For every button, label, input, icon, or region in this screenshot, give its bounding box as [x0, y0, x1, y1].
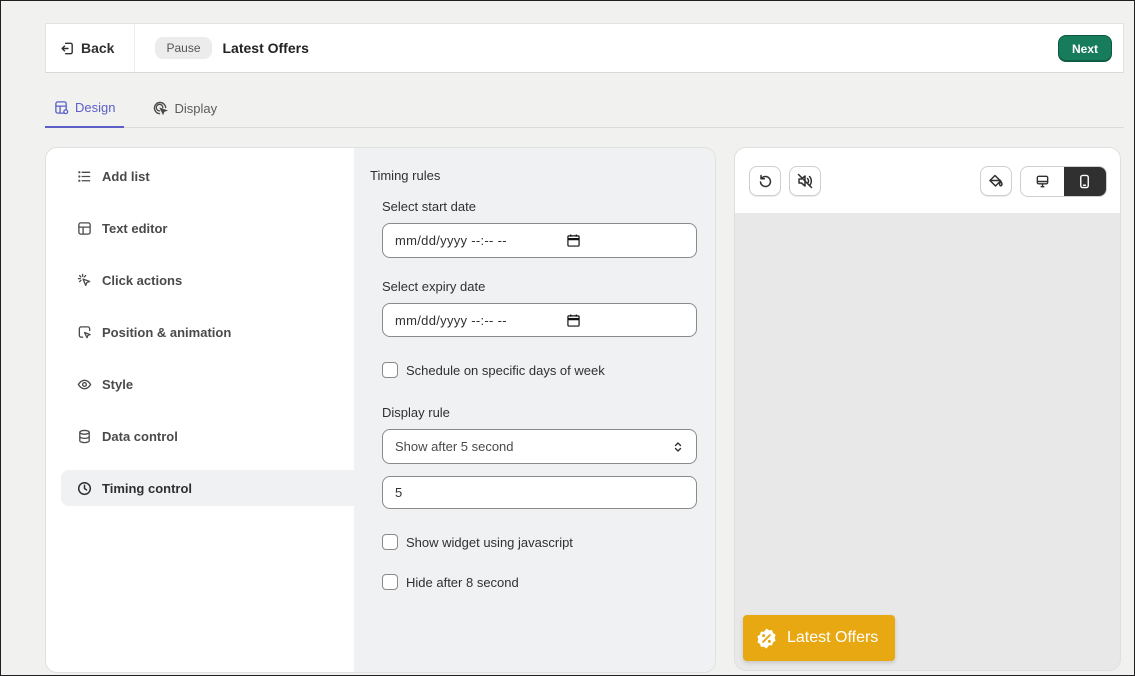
calendar-icon[interactable]	[567, 313, 580, 327]
menu-item-click-actions[interactable]: Click actions	[61, 262, 354, 298]
mobile-icon	[1080, 174, 1090, 189]
schedule-days-label: Schedule on specific days of week	[406, 362, 605, 378]
seconds-value: 5	[395, 485, 403, 500]
hide-after-checkbox[interactable]: Hide after 8 second	[382, 574, 701, 590]
start-date-placeholder: mm/dd/yyyy --:-- --	[395, 233, 507, 248]
start-date-label: Select start date	[382, 199, 476, 214]
timing-panel: Timing rules Select start date mm/dd/yyy…	[354, 148, 715, 672]
tab-bar: Design Display	[45, 89, 1124, 128]
tab-display[interactable]: Display	[144, 89, 226, 127]
target-pointer-icon	[154, 101, 169, 115]
mute-button[interactable]	[789, 166, 821, 196]
menu-item-label: Position & animation	[102, 324, 232, 340]
latest-offers-widget[interactable]: Latest Offers	[743, 615, 895, 661]
display-rule-label: Display rule	[382, 405, 450, 420]
javascript-label: Show widget using javascript	[406, 534, 573, 550]
status-badge[interactable]: Pause	[155, 37, 212, 59]
preview-panel: Latest Offers	[734, 147, 1121, 671]
undo-icon	[759, 174, 772, 188]
next-button[interactable]: Next	[1057, 35, 1112, 62]
menu-item-timing-control[interactable]: Timing control	[61, 470, 354, 506]
device-toggle	[1020, 166, 1107, 197]
exit-arrow-icon	[61, 42, 73, 54]
layout-icon	[55, 101, 69, 115]
desktop-view-button[interactable]	[1021, 167, 1064, 196]
menu-item-add-list[interactable]: Add list	[61, 158, 354, 194]
schedule-days-checkbox[interactable]: Schedule on specific days of week	[382, 362, 701, 378]
tab-display-label: Display	[174, 100, 218, 116]
clock-icon	[77, 481, 92, 495]
menu-item-position-animation[interactable]: Position & animation	[61, 314, 354, 350]
back-button[interactable]: Back	[46, 24, 136, 72]
sound-off-icon	[797, 173, 813, 189]
expiry-date-placeholder: mm/dd/yyyy --:-- --	[395, 312, 507, 328]
menu-item-label: Click actions	[102, 272, 183, 288]
menu-item-label: Timing control	[102, 480, 193, 496]
widget-label: Latest Offers	[787, 629, 879, 646]
menu-item-label: Data control	[102, 428, 178, 444]
page-title: Latest Offers	[222, 40, 309, 56]
hide-after-label: Hide after 8 second	[406, 574, 519, 590]
eye-icon	[77, 379, 92, 389]
database-icon	[79, 429, 90, 443]
paint-button[interactable]	[980, 166, 1012, 196]
list-icon	[78, 170, 91, 182]
back-label: Back	[81, 40, 115, 56]
undo-button[interactable]	[749, 166, 781, 196]
preview-toolbar	[735, 148, 1120, 213]
javascript-checkbox[interactable]: Show widget using javascript	[382, 534, 701, 550]
settings-card: Add list Text editor Click actions Posit…	[45, 147, 716, 673]
cursor-frame-icon	[78, 325, 91, 338]
menu-item-label: Text editor	[102, 220, 168, 236]
menu-item-data-control[interactable]: Data control	[61, 418, 354, 454]
expiry-date-input[interactable]: mm/dd/yyyy --:-- --	[382, 303, 697, 337]
tab-design-label: Design	[75, 100, 116, 115]
settings-menu: Add list Text editor Click actions Posit…	[61, 158, 354, 522]
display-rule-select[interactable]: Show after 5 second	[382, 429, 697, 464]
start-date-input[interactable]: mm/dd/yyyy --:-- --	[382, 223, 697, 258]
menu-item-style[interactable]: Style	[61, 366, 354, 402]
checkbox-box[interactable]	[382, 362, 398, 378]
chevron-up-down-icon	[674, 441, 682, 452]
seconds-input[interactable]: 5	[382, 476, 697, 509]
mobile-view-button[interactable]	[1063, 167, 1106, 196]
section-title: Timing rules	[370, 168, 441, 183]
discount-badge-icon	[757, 627, 776, 649]
calendar-icon[interactable]	[567, 234, 580, 247]
top-bar: Back Pause Latest Offers Next	[45, 23, 1124, 73]
menu-item-text-editor[interactable]: Text editor	[61, 210, 354, 246]
checkbox-box[interactable]	[382, 574, 398, 590]
checkbox-box[interactable]	[382, 534, 398, 550]
layout-panel-icon	[78, 221, 91, 235]
expiry-date-label: Select expiry date	[382, 279, 486, 294]
click-sparkle-icon	[77, 273, 91, 286]
paint-bucket-icon	[989, 174, 1003, 187]
display-rule-value: Show after 5 second	[395, 439, 514, 454]
menu-item-label: Style	[102, 376, 134, 392]
menu-item-label: Add list	[102, 168, 150, 184]
tab-design[interactable]: Design	[45, 89, 125, 128]
desktop-icon	[1036, 175, 1049, 188]
